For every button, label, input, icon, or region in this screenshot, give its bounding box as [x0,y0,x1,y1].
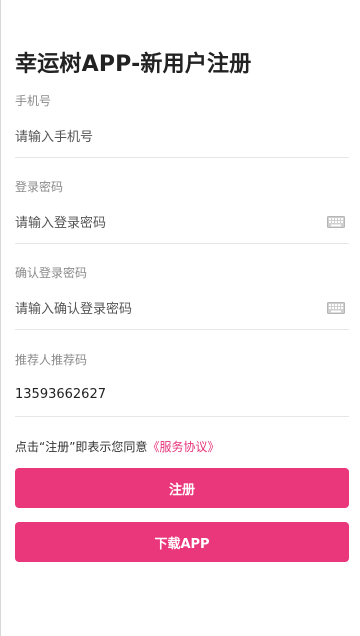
phone-placeholder: 请输入手机号 [15,130,94,145]
phone-input[interactable]: 请输入手机号 [15,114,349,158]
password-placeholder: 请输入登录密码 [15,216,107,231]
referrer-input[interactable]: 13593662627 [15,373,349,417]
register-page: 幸运树APP-新用户注册 手机号 请输入手机号 登录密码 请输入登录密码 确认登… [0,0,360,636]
page-title: 幸运树APP-新用户注册 [15,52,252,77]
service-agreement-link[interactable]: 《服务协议》 [147,440,219,454]
register-button[interactable]: 注册 [15,468,349,508]
keyboard-icon[interactable] [327,215,345,228]
password-label: 登录密码 [15,180,64,194]
phone-label: 手机号 [15,94,52,108]
confirm-password-input[interactable]: 请输入确认登录密码 [15,286,349,330]
agreement-text: 点击“注册”即表示您同意《服务协议》 [15,438,219,455]
confirm-password-placeholder: 请输入确认登录密码 [15,302,133,317]
confirm-password-label: 确认登录密码 [15,266,88,280]
agreement-prefix: 点击“注册”即表示您同意 [15,440,148,454]
referrer-value: 13593662627 [15,387,106,402]
keyboard-icon[interactable] [327,301,345,314]
referrer-label: 推荐人推荐码 [15,353,88,367]
download-app-button[interactable]: 下载APP [15,522,349,562]
password-input[interactable]: 请输入登录密码 [15,200,349,244]
